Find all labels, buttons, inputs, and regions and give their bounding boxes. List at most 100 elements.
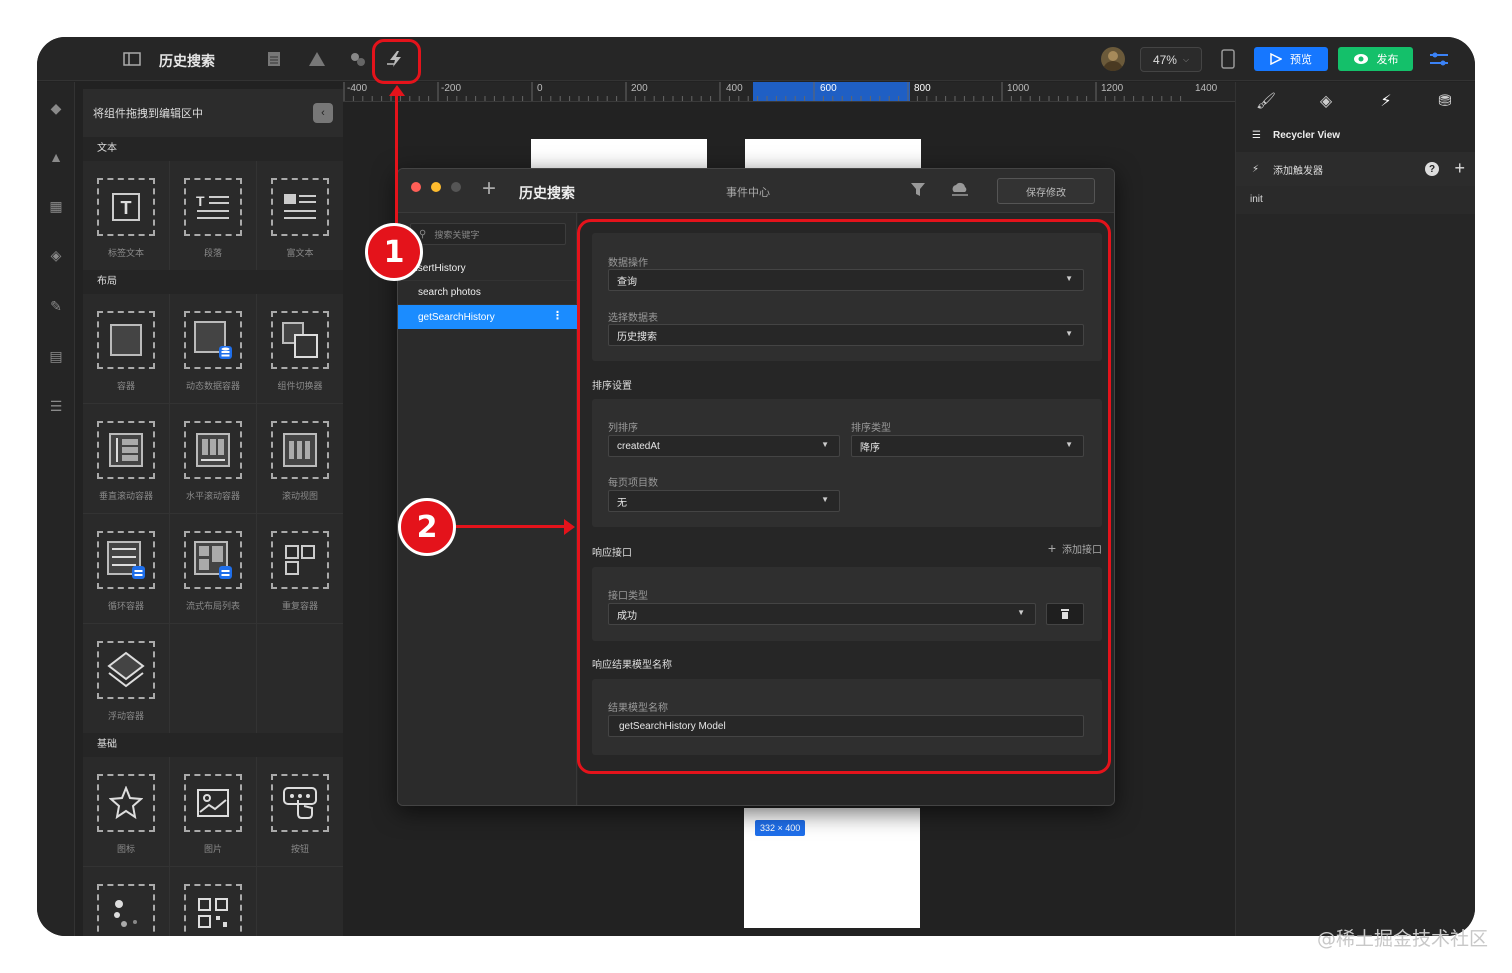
component-icon[interactable]: 图标 [83, 757, 169, 866]
component-flow-list[interactable]: 流式布局列表 [170, 514, 256, 623]
add-trigger-label: 添加触发器 [1273, 165, 1324, 177]
minimize-icon[interactable] [431, 182, 441, 192]
component-container[interactable]: 容器 [83, 294, 169, 403]
component-button[interactable]: 按钮 [257, 757, 343, 866]
event-item-selected[interactable]: getSearchHistory ⋮ [398, 305, 577, 329]
pages-icon[interactable]: ▤ [46, 346, 66, 366]
panel-header-label: 将组件拖拽到编辑区中 [93, 108, 203, 120]
component-label-text[interactable]: T 标签文本 [83, 161, 169, 270]
dialog-title: 历史搜索 [519, 185, 575, 201]
canvas-frame-selected[interactable]: 332 × 400 [744, 808, 920, 928]
preview-button[interactable]: 预览 [1254, 47, 1328, 71]
data-icon[interactable] [348, 49, 368, 69]
left-icon-bar: ◆ ▲ ▦ ◈ ✎ ▤ ☰ [37, 82, 75, 936]
trigger-item[interactable]: init [1236, 186, 1475, 214]
component-paragraph[interactable]: T 段落 [170, 161, 256, 270]
component-dynamic-container[interactable]: 动态数据容器 [170, 294, 256, 403]
container-icon [97, 311, 155, 369]
list-icon[interactable]: ☰ [46, 396, 66, 416]
image-icon [184, 774, 242, 832]
add-trigger-row[interactable]: ⚡ 添加触发器 ? + [1236, 152, 1475, 186]
component-label: 标签文本 [107, 248, 144, 258]
switcher-icon [271, 311, 329, 369]
component-label: 流式布局列表 [185, 601, 240, 611]
section-title-text: 文本 [83, 137, 343, 161]
empty-cell [170, 624, 256, 733]
ruler-label: 800 [914, 83, 931, 94]
component-loading[interactable] [83, 867, 169, 936]
layout-icon[interactable]: ▦ [46, 196, 66, 216]
component-rich-text[interactable]: 富文本 [257, 161, 343, 270]
right-panel: 🖌 ◈ ⚡ ⛃ ☰ Recycler View ⚡ 添加触发器 ? + init [1235, 82, 1475, 936]
component-vertical-scroll[interactable]: 垂直滚动容器 [83, 404, 169, 513]
component-switcher[interactable]: 组件切换器 [257, 294, 343, 403]
help-icon[interactable]: ? [1425, 162, 1439, 176]
cloud-sync-icon[interactable] [950, 180, 970, 203]
vertical-scroll-icon [97, 421, 155, 479]
list-icon: ☰ [1252, 129, 1261, 141]
ruler-label: -200 [441, 83, 462, 94]
dialog-center-title: 事件中心 [726, 187, 770, 199]
zoom-select[interactable]: 47% ⌵ [1140, 47, 1202, 72]
event-item[interactable]: insertHistory [398, 257, 577, 281]
layers-icon[interactable]: ◈ [46, 245, 66, 265]
component-loop-container[interactable]: 循环容器 [83, 514, 169, 623]
save-button[interactable]: 保存修改 [997, 178, 1095, 204]
document-title: 历史搜索 [159, 53, 215, 69]
dynamic-container-icon [184, 311, 242, 369]
dialog-titlebar: + 历史搜索 事件中心 保存修改 [398, 169, 1114, 213]
component-name-row: ☰ Recycler View [1236, 118, 1475, 152]
robot-icon[interactable]: ⛃ [1430, 90, 1460, 112]
more-options-icon[interactable]: ⋮ [552, 309, 563, 322]
component-horizontal-scroll[interactable]: 水平滚动容器 [170, 404, 256, 513]
annotation-marker-2: 2 [398, 498, 456, 556]
component-qrcode[interactable] [170, 867, 256, 936]
lightning-icon[interactable]: ⚡ [1371, 90, 1401, 112]
qrcode-icon [184, 884, 242, 936]
star-icon [97, 774, 155, 832]
section-title-basic: 基础 [83, 733, 343, 757]
component-label: 动态数据容器 [185, 381, 240, 391]
close-icon[interactable] [411, 182, 421, 192]
components-panel: 将组件拖拽到编辑区中 ‹ 文本 T 标签文本 T 段落 富文本 布局 容器 动态数据… [83, 89, 343, 936]
panel-toggle-icon[interactable] [122, 49, 142, 69]
avatar[interactable] [1101, 47, 1125, 71]
brush-icon[interactable]: 🖌 [1251, 90, 1281, 112]
plus-icon[interactable]: + [1454, 158, 1465, 179]
empty-cell [257, 867, 343, 936]
ruler-label: 1000 [1007, 83, 1030, 94]
event-search-input[interactable]: ⚲ 搜索关键字 [410, 223, 566, 245]
lightning-icon: ⚡ [1252, 163, 1260, 175]
horizontal-ruler: -400 -200 0 200 400 600 800 1000 1200 14… [343, 82, 1235, 102]
ruler-label: -400 [347, 83, 368, 94]
settings-sliders-icon[interactable] [1429, 49, 1449, 69]
diamond-icon[interactable]: ◈ [1311, 90, 1341, 112]
maximize-icon[interactable] [451, 182, 461, 192]
component-label: 富文本 [286, 248, 314, 258]
publish-label: 发布 [1376, 54, 1399, 66]
component-scroll-view[interactable]: 滚动视图 [257, 404, 343, 513]
filter-icon[interactable] [910, 181, 926, 202]
publish-button[interactable]: 发布 [1338, 47, 1413, 71]
annotation-highlight-form [577, 219, 1111, 774]
canvas-frame[interactable] [745, 139, 921, 169]
components-icon[interactable]: ▲ [46, 147, 66, 167]
scroll-view-icon [271, 421, 329, 479]
svg-text:T: T [196, 193, 205, 209]
cube-icon[interactable]: ◆ [46, 98, 66, 118]
component-image[interactable]: 图片 [170, 757, 256, 866]
component-label: 图片 [203, 844, 222, 854]
loading-icon [97, 884, 155, 936]
add-event-icon[interactable]: + [482, 175, 496, 203]
component-float-container[interactable]: 浮动容器 [83, 624, 169, 733]
component-repeat-container[interactable]: 重复容器 [257, 514, 343, 623]
drive-icon[interactable] [307, 49, 327, 69]
page-icon[interactable] [264, 49, 284, 69]
collapse-icon[interactable]: ‹ [313, 103, 333, 123]
brush-icon[interactable]: ✎ [46, 296, 66, 316]
canvas-frame[interactable] [531, 139, 707, 169]
device-icon[interactable] [1218, 49, 1238, 69]
size-badge: 332 × 400 [755, 820, 806, 836]
repeat-container-icon [271, 531, 329, 589]
event-item[interactable]: search photos [398, 281, 577, 305]
